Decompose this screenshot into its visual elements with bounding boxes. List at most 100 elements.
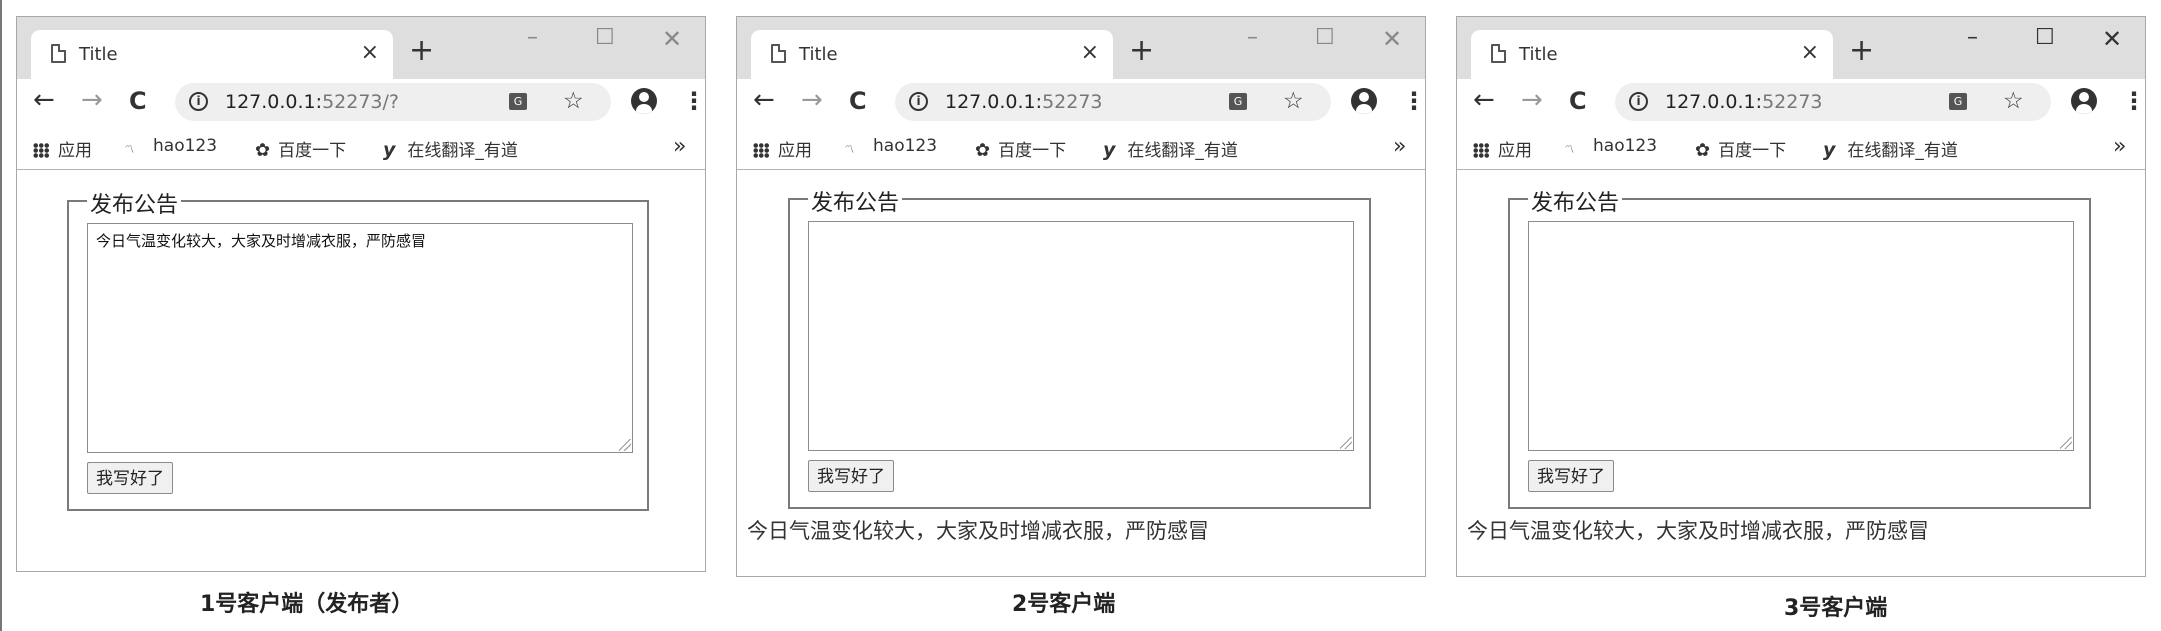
forward-arrow-icon[interactable]: → (801, 85, 823, 115)
publish-fieldset: 发布公告 今日气温变化较大，大家及时增减衣服，严防感冒 我写好了 (67, 187, 649, 511)
maximize-icon[interactable]: ☐ (1315, 25, 1335, 50)
url-text[interactable]: 127.0.0.1:52273/? (225, 91, 399, 113)
submit-button[interactable]: 我写好了 (87, 462, 173, 494)
url-host: 127.0.0.1: (1665, 91, 1763, 113)
bookmark-apps[interactable]: 应用 (753, 136, 812, 161)
address-bar[interactable]: i 127.0.0.1:52273 G ☆ (895, 83, 1331, 121)
bookmark-label: hao123 (873, 136, 938, 156)
browser-tab[interactable]: Title × (1471, 30, 1833, 79)
url-text[interactable]: 127.0.0.1:52273 (945, 91, 1103, 113)
info-icon[interactable]: i (189, 92, 208, 111)
bookmark-label: 应用 (58, 141, 92, 161)
bookmarks-overflow-icon[interactable]: » (2113, 134, 2126, 159)
bookmarks-bar: 应用 〽 hao123 ✿ 百度一下 y 在线翻译_有道 » (1457, 124, 2145, 170)
navigation-toolbar: ← → C i 127.0.0.1:52273 G ☆ ⋮ (1457, 79, 2145, 124)
maximize-icon[interactable]: ☐ (595, 25, 615, 50)
browser-window-client-2: Title × + – ☐ ✕ ← → C i 127.0.0.1:52273 … (736, 16, 1426, 577)
reload-icon[interactable]: C (1569, 87, 1587, 115)
browser-tab[interactable]: Title × (751, 30, 1113, 79)
tab-close-icon[interactable]: × (1801, 40, 1819, 65)
document-icon (1491, 44, 1506, 63)
notice-textarea[interactable]: 今日气温变化较大，大家及时增减衣服，严防感冒 (87, 223, 633, 453)
bookmark-baidu[interactable]: ✿ 百度一下 (255, 136, 346, 161)
publish-fieldset: 发布公告 我写好了 (1508, 185, 2091, 509)
translate-icon[interactable]: G (1949, 93, 1967, 110)
browser-window-client-1: Title × + – ☐ ✕ ← → C i 127.0.0.1:52273/… (16, 16, 706, 572)
translate-icon[interactable]: G (1229, 93, 1247, 110)
paw-icon: ✿ (975, 140, 991, 161)
bookmark-youdao[interactable]: y 在线翻译_有道 (1823, 136, 1958, 161)
info-icon[interactable]: i (909, 92, 928, 111)
translate-icon[interactable]: G (509, 93, 527, 110)
info-icon[interactable]: i (1629, 92, 1648, 111)
apps-grid-icon (753, 143, 769, 158)
address-bar[interactable]: i 127.0.0.1:52273 G ☆ (1615, 83, 2051, 121)
back-arrow-icon[interactable]: ← (33, 85, 55, 115)
document-icon (771, 44, 786, 63)
bookmark-star-icon[interactable]: ☆ (563, 88, 584, 114)
menu-icon[interactable]: ⋮ (682, 87, 705, 115)
announcement-text: 今日气温变化较大，大家及时增减衣服，严防感冒 (747, 519, 1209, 543)
window-close-icon[interactable]: ✕ (1382, 25, 1402, 53)
minimize-icon[interactable]: – (1967, 25, 1978, 50)
minimize-icon[interactable]: – (527, 25, 538, 50)
bookmark-star-icon[interactable]: ☆ (2003, 88, 2024, 114)
bookmarks-overflow-icon[interactable]: » (673, 134, 686, 159)
tab-strip: Title × + – ☐ ✕ (737, 17, 1425, 79)
navigation-toolbar: ← → C i 127.0.0.1:52273 G ☆ ⋮ (737, 79, 1425, 124)
window-close-icon[interactable]: ✕ (662, 25, 682, 53)
publish-fieldset: 发布公告 我写好了 (788, 185, 1371, 509)
address-bar[interactable]: i 127.0.0.1:52273/? G ☆ (175, 83, 611, 121)
reload-icon[interactable]: C (129, 87, 147, 115)
notice-textarea[interactable] (808, 221, 1354, 451)
account-icon[interactable] (631, 88, 657, 114)
bookmark-hao123[interactable]: 〽 hao123 (843, 136, 937, 158)
bookmark-label: 在线翻译_有道 (1127, 141, 1238, 161)
bookmark-apps[interactable]: 应用 (33, 136, 92, 161)
submit-button[interactable]: 我写好了 (808, 460, 894, 492)
bookmark-baidu[interactable]: ✿ 百度一下 (975, 136, 1066, 161)
bookmark-label: 百度一下 (1718, 141, 1787, 161)
fieldset-legend: 发布公告 (87, 187, 182, 219)
minimize-icon[interactable]: – (1247, 25, 1258, 50)
bookmark-label: 百度一下 (998, 141, 1067, 161)
bookmark-youdao[interactable]: y 在线翻译_有道 (383, 136, 518, 161)
reload-icon[interactable]: C (849, 87, 867, 115)
menu-icon[interactable]: ⋮ (2122, 87, 2145, 115)
account-icon[interactable] (1351, 88, 1377, 114)
bookmark-youdao[interactable]: y 在线翻译_有道 (1103, 136, 1238, 161)
menu-icon[interactable]: ⋮ (1402, 87, 1425, 115)
bookmark-baidu[interactable]: ✿ 百度一下 (1695, 136, 1786, 161)
hao123-icon: 〽 (123, 143, 134, 156)
youdao-icon: y (1103, 139, 1116, 161)
bookmark-star-icon[interactable]: ☆ (1283, 88, 1304, 114)
bookmarks-overflow-icon[interactable]: » (1393, 134, 1406, 159)
maximize-icon[interactable]: ☐ (2035, 25, 2055, 50)
forward-arrow-icon[interactable]: → (1521, 85, 1543, 115)
youdao-icon: y (383, 139, 396, 161)
bookmarks-bar: 应用 〽 hao123 ✿ 百度一下 y 在线翻译_有道 » (737, 124, 1425, 170)
tab-close-icon[interactable]: × (361, 40, 379, 65)
new-tab-icon[interactable]: + (1849, 36, 1874, 66)
back-arrow-icon[interactable]: ← (1473, 85, 1495, 115)
bookmark-hao123[interactable]: 〽 hao123 (123, 136, 217, 158)
url-path: 52273 (1762, 91, 1823, 113)
submit-button[interactable]: 我写好了 (1528, 460, 1614, 492)
new-tab-icon[interactable]: + (409, 36, 434, 66)
caption-client-2: 2号客户端 (1012, 592, 1116, 617)
url-text[interactable]: 127.0.0.1:52273 (1665, 91, 1823, 113)
browser-tab[interactable]: Title × (31, 30, 393, 79)
forward-arrow-icon[interactable]: → (81, 85, 103, 115)
account-icon[interactable] (2071, 88, 2097, 114)
bookmark-label: hao123 (153, 136, 218, 156)
window-close-icon[interactable]: ✕ (2102, 25, 2122, 53)
bookmark-hao123[interactable]: 〽 hao123 (1563, 136, 1657, 158)
tab-strip: Title × + – ☐ ✕ (17, 17, 705, 79)
notice-textarea[interactable] (1528, 221, 2074, 451)
paw-icon: ✿ (255, 140, 271, 161)
bookmark-apps[interactable]: 应用 (1473, 136, 1532, 161)
tab-close-icon[interactable]: × (1081, 40, 1099, 65)
tab-title: Title (79, 44, 118, 65)
new-tab-icon[interactable]: + (1129, 36, 1154, 66)
back-arrow-icon[interactable]: ← (753, 85, 775, 115)
